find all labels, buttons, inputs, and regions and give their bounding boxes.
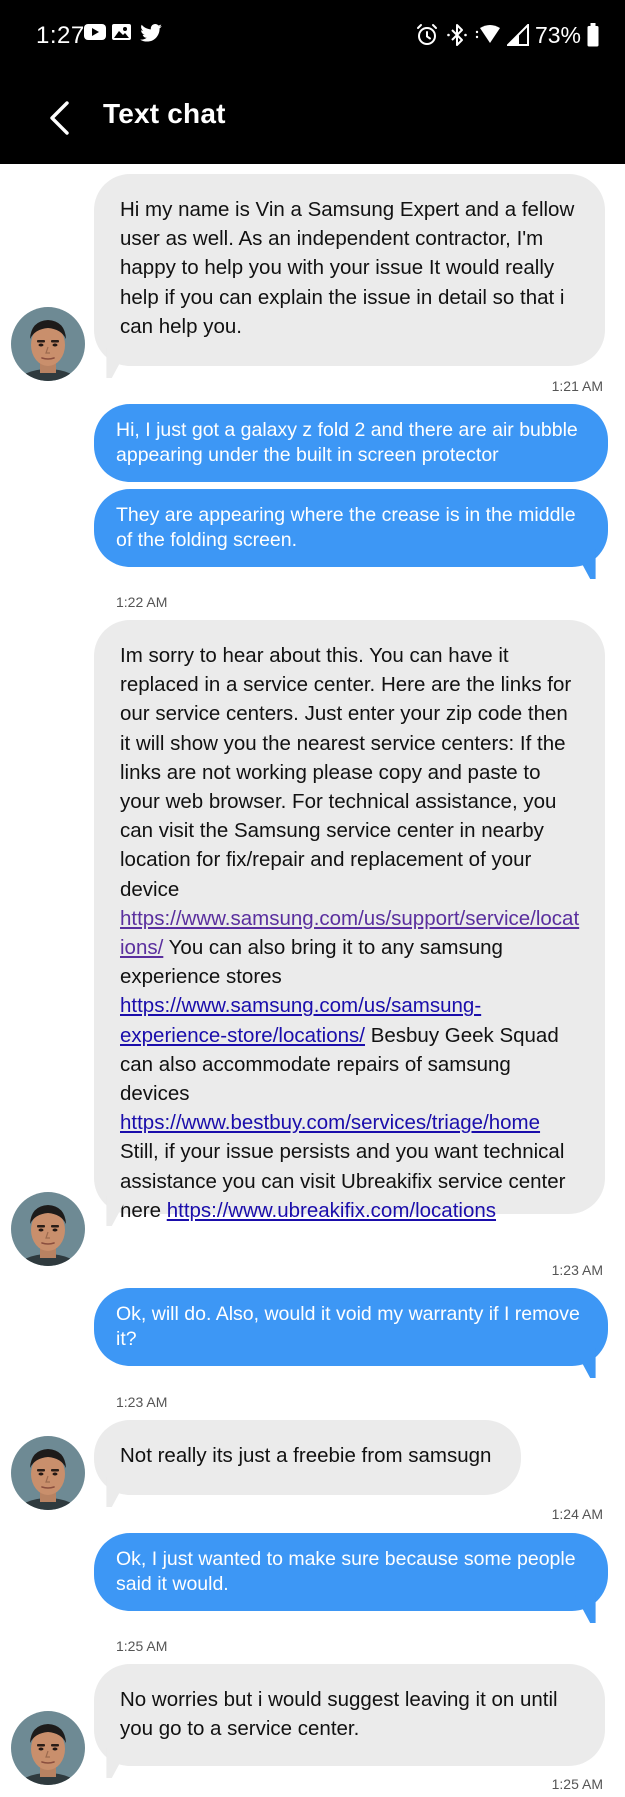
message-timestamp: 1:24 AM (551, 1506, 603, 1522)
bluetooth-icon (447, 24, 467, 46)
message-link[interactable]: https://www.ubreakifix.com/locations (167, 1199, 496, 1222)
bubble-tail (106, 1748, 128, 1778)
message-timestamp: 1:23 AM (551, 1262, 603, 1278)
message-text: Im sorry to hear about this. You can hav… (120, 644, 572, 901)
message-text: Hi my name is Vin a Samsung Expert and a… (120, 198, 575, 338)
youtube-icon (84, 24, 106, 40)
message-received[interactable]: Not really its just a freebie from samsu… (94, 1420, 521, 1507)
bubble-tail (574, 549, 596, 579)
message-sent[interactable]: Ok, will do. Also, would it void my warr… (94, 1288, 608, 1378)
message-sent[interactable]: They are appearing where the crease is i… (94, 489, 608, 579)
message-text: No worries but i would suggest leaving i… (120, 1688, 558, 1741)
message-timestamp: 1:22 AM (116, 594, 168, 610)
wifi-icon (475, 25, 500, 43)
bubble-tail (106, 348, 128, 378)
message-link[interactable]: https://www.bestbuy.com/services/triage/… (120, 1111, 540, 1134)
message-text: Hi, I just got a galaxy z fold 2 and the… (116, 419, 578, 466)
message-timestamp: 1:21 AM (551, 378, 603, 394)
message-sent[interactable]: Hi, I just got a galaxy z fold 2 and the… (94, 404, 608, 482)
message-received[interactable]: Im sorry to hear about this. You can hav… (94, 620, 605, 1226)
agent-avatar (11, 1436, 85, 1510)
message-text: Not really its just a freebie from samsu… (120, 1444, 492, 1467)
app-bar: Text chat (0, 72, 625, 164)
message-timestamp: 1:25 AM (551, 1776, 603, 1792)
agent-avatar (11, 1192, 85, 1266)
gallery-icon (112, 24, 131, 40)
message-text: Ok, will do. Also, would it void my warr… (116, 1303, 580, 1350)
message-timestamp: 1:25 AM (116, 1638, 168, 1654)
status-bar: 1:27 73% (0, 0, 625, 72)
message-text: You can also bring it to any samsung exp… (120, 936, 503, 989)
agent-avatar (11, 307, 85, 381)
bubble-tail (106, 1477, 128, 1507)
bubble-tail (574, 1593, 596, 1623)
cell-signal-icon (506, 24, 529, 46)
alarm-icon (416, 24, 437, 45)
battery-icon (587, 23, 599, 47)
page-title: Text chat (103, 98, 226, 129)
message-received[interactable]: No worries but i would suggest leaving i… (94, 1664, 605, 1778)
message-text: Ok, I just wanted to make sure because s… (116, 1548, 576, 1595)
agent-avatar (11, 1711, 85, 1785)
bubble-tail (574, 1348, 596, 1378)
message-timestamp: 1:23 AM (116, 1394, 168, 1410)
back-arrow-icon (50, 101, 69, 135)
message-sent[interactable]: Ok, I just wanted to make sure because s… (94, 1533, 608, 1623)
message-text: They are appearing where the crease is i… (116, 504, 576, 551)
message-received[interactable]: Hi my name is Vin a Samsung Expert and a… (94, 174, 605, 378)
status-icons-right: 73% (415, 20, 599, 50)
chat-thread[interactable]: Hi my name is Vin a Samsung Expert and a… (0, 164, 625, 1797)
twitter-icon (140, 24, 162, 42)
status-time: 1:27 (36, 22, 85, 49)
battery-percent: 73% (534, 21, 581, 48)
back-button[interactable] (38, 94, 82, 142)
